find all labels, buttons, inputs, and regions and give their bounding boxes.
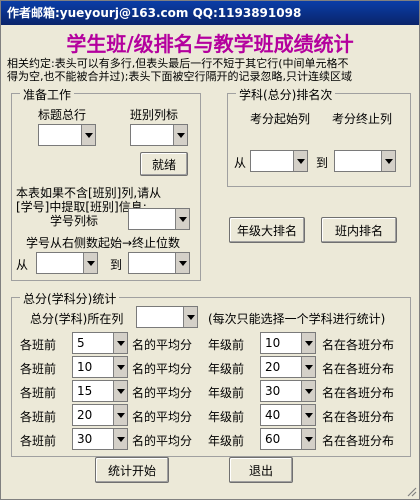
score-start-col-select[interactable]: [250, 150, 308, 172]
class-distribution-label: 名在各班分布: [322, 410, 395, 424]
start-stats-button[interactable]: 统计开始: [95, 457, 169, 483]
grade-rank-button[interactable]: 年级大排名: [229, 217, 305, 243]
chevron-down-icon: [381, 151, 395, 171]
avg-score-label: 名的平均分: [132, 410, 193, 424]
prep-group: 准备工作 标题总行 班别列标 就绪 本表如果不含[班别]列,请从 [学号]中提取…: [11, 86, 201, 281]
digits-from-select[interactable]: [36, 252, 98, 274]
app-window: 作者邮箱:yueyourj@163.com QQ:1193891098 学生班/…: [0, 0, 420, 500]
header-rows-select[interactable]: [38, 124, 96, 146]
ready-button[interactable]: 就绪: [140, 152, 188, 176]
score-to-label: 到: [316, 156, 329, 170]
window-title: 作者邮箱:yueyourj@163.com QQ:1193891098: [7, 6, 302, 20]
digits-label: 学号从右侧数起始→终止位数: [26, 236, 181, 250]
main-title: 学生班/级排名与教学班成绩统计: [66, 32, 354, 56]
exit-button[interactable]: 退出: [229, 457, 293, 483]
chevron-down-icon: [113, 405, 127, 425]
digits-to-label: 到: [110, 258, 123, 272]
class-distribution-label: 名在各班分布: [322, 434, 395, 448]
notice-line-1: 相关约定:表头可以有多行,但表头最后一行不短于其它行(中间单元格不: [7, 57, 349, 70]
resize-grip-icon[interactable]: [405, 485, 417, 497]
chevron-down-icon: [175, 209, 189, 229]
class-top-label: 各班前: [20, 362, 57, 376]
class-top-label: 各班前: [20, 434, 57, 448]
grade-top-select[interactable]: 30: [260, 380, 316, 402]
grade-top-label: 年级前: [208, 434, 245, 448]
score-start-col-label: 考分起始列: [250, 112, 311, 126]
grade-top-select[interactable]: 20: [260, 356, 316, 378]
header-rows-label: 标题总行: [38, 108, 87, 122]
stats-note: (每次只能选择一个学科进行统计): [208, 312, 386, 326]
chevron-down-icon: [301, 429, 315, 449]
class-top-label: 各班前: [20, 410, 57, 424]
chevron-down-icon: [173, 125, 187, 145]
total-col-select[interactable]: [136, 306, 198, 328]
chevron-down-icon: [113, 357, 127, 377]
grade-top-select[interactable]: 60: [260, 428, 316, 450]
class-top-select[interactable]: 30: [72, 428, 128, 450]
chevron-down-icon: [301, 381, 315, 401]
digits-from-label: 从: [16, 258, 29, 272]
grade-top-label: 年级前: [208, 410, 245, 424]
score-end-col-select[interactable]: [334, 150, 396, 172]
class-top-label: 各班前: [20, 386, 57, 400]
class-top-select[interactable]: 15: [72, 380, 128, 402]
chevron-down-icon: [301, 333, 315, 353]
digits-to-select[interactable]: [128, 252, 190, 274]
class-col-select[interactable]: [130, 124, 188, 146]
chevron-down-icon: [113, 333, 127, 353]
subject-rank-group: 学科(总分)排名次 考分起始列 考分终止列 从 到: [227, 86, 411, 187]
class-col-label: 班别列标: [130, 108, 179, 122]
chevron-down-icon: [293, 151, 307, 171]
grade-top-label: 年级前: [208, 338, 245, 352]
chevron-down-icon: [175, 253, 189, 273]
student-col-select[interactable]: [128, 208, 190, 230]
score-end-col-label: 考分终止列: [332, 112, 393, 126]
class-top-select[interactable]: 5: [72, 332, 128, 354]
student-col-label: 学号列标: [50, 214, 99, 228]
total-col-label: 总分(学科)所在列: [30, 312, 124, 326]
class-top-select[interactable]: 20: [72, 404, 128, 426]
chevron-down-icon: [83, 253, 97, 273]
class-distribution-label: 名在各班分布: [322, 338, 395, 352]
prep-legend: 准备工作: [20, 86, 75, 103]
grade-top-select[interactable]: 40: [260, 404, 316, 426]
class-top-select[interactable]: 10: [72, 356, 128, 378]
avg-score-label: 名的平均分: [132, 338, 193, 352]
title-bar: 作者邮箱:yueyourj@163.com QQ:1193891098: [1, 1, 419, 25]
chevron-down-icon: [183, 307, 197, 327]
stats-legend: 总分(学科分)统计: [20, 290, 120, 307]
avg-score-label: 名的平均分: [132, 362, 193, 376]
class-top-label: 各班前: [20, 338, 57, 352]
score-from-label: 从: [234, 156, 247, 170]
chevron-down-icon: [113, 381, 127, 401]
grade-top-label: 年级前: [208, 362, 245, 376]
avg-score-label: 名的平均分: [132, 434, 193, 448]
chevron-down-icon: [81, 125, 95, 145]
stats-group: 总分(学科分)统计 总分(学科)所在列 (每次只能选择一个学科进行统计) 各班前…: [11, 290, 411, 457]
notice-text: 相关约定:表头可以有多行,但表头最后一行不短于其它行(中间单元格不 得为空,也不…: [7, 57, 415, 83]
class-distribution-label: 名在各班分布: [322, 386, 395, 400]
class-distribution-label: 名在各班分布: [322, 362, 395, 376]
avg-score-label: 名的平均分: [132, 386, 193, 400]
class-rank-button[interactable]: 班内排名: [321, 217, 397, 243]
chevron-down-icon: [113, 429, 127, 449]
grade-top-select[interactable]: 10: [260, 332, 316, 354]
grade-top-label: 年级前: [208, 386, 245, 400]
chevron-down-icon: [301, 405, 315, 425]
notice-line-2: 得为空,也不能被合并过);表头下面被空行隔开的记录忽略,只计连续区域: [7, 70, 352, 83]
chevron-down-icon: [301, 357, 315, 377]
subject-rank-legend: 学科(总分)排名次: [236, 86, 336, 103]
